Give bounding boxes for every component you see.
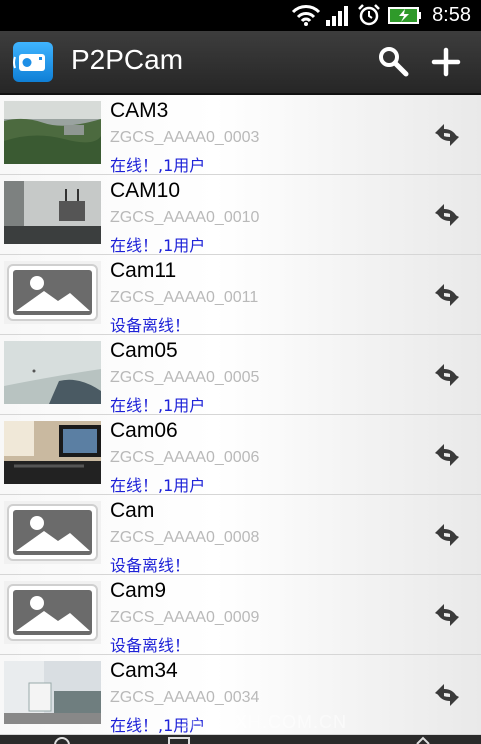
camera-status: 在线！,1用户 — [110, 476, 206, 495]
wifi-icon — [291, 5, 321, 26]
up-icon[interactable] — [408, 735, 438, 744]
image-placeholder-icon — [4, 501, 101, 564]
image-placeholder-icon — [4, 261, 101, 324]
reconnect-icon[interactable] — [431, 279, 463, 311]
camera-name: Cam9 — [110, 579, 167, 602]
camera-row[interactable]: Cam06 ZGCS_AAAA0_0006 在线！,1用户 — [0, 415, 481, 495]
camera-row[interactable]: CAM3 ZGCS_AAAA0_0003 在线！,1用户 — [0, 95, 481, 175]
camera-status: 在线！,1用户 — [110, 396, 206, 415]
reconnect-icon[interactable] — [431, 199, 463, 231]
reconnect-icon[interactable] — [431, 519, 463, 551]
camera-snapshot — [4, 341, 101, 404]
camera-status: 设备离线！ — [110, 636, 191, 655]
signal-icon — [326, 6, 348, 26]
status-bar: 8:58 — [0, 0, 481, 31]
camera-uid: ZGCS_AAAA0_0009 — [110, 609, 260, 626]
camera-name: CAM3 — [110, 99, 169, 122]
search-icon[interactable] — [377, 45, 411, 79]
camera-snapshot — [4, 421, 101, 484]
camera-row[interactable]: CAM10 ZGCS_AAAA0_0010 在线！,1用户 — [0, 175, 481, 255]
bottom-bar — [0, 735, 481, 744]
add-icon[interactable] — [429, 45, 463, 79]
camera-status: 设备离线！ — [110, 316, 191, 335]
reconnect-icon[interactable] — [431, 439, 463, 471]
reconnect-icon[interactable] — [431, 599, 463, 631]
image-placeholder-icon — [4, 581, 101, 644]
camera-name: CAM10 — [110, 179, 181, 202]
info-icon[interactable] — [47, 735, 77, 744]
camera-uid: ZGCS_AAAA0_0010 — [110, 209, 260, 226]
clock-time: 8:58 — [432, 4, 471, 26]
camera-row[interactable]: Cam05 ZGCS_AAAA0_0005 在线！,1用户 — [0, 335, 481, 415]
camera-snapshot — [4, 101, 101, 164]
camera-snapshot — [4, 661, 101, 724]
camera-list[interactable]: CAM3 ZGCS_AAAA0_0003 在线！,1用户 CAM10 ZGCS_AAAA… — [0, 95, 481, 735]
camera-name: Cam — [110, 499, 155, 522]
reconnect-icon[interactable] — [431, 679, 463, 711]
app-title: P2PCam — [71, 44, 184, 75]
camera-row[interactable]: Cam9 ZGCS_AAAA0_0009 设备离线！ — [0, 575, 481, 655]
camera-name: Cam34 — [110, 659, 178, 682]
camera-uid: ZGCS_AAAA0_0003 — [110, 129, 260, 146]
camera-uid: ZGCS_AAAA0_0034 — [110, 689, 260, 706]
battery-charging-icon — [388, 7, 421, 24]
reconnect-icon[interactable] — [431, 119, 463, 151]
camera-uid: ZGCS_AAAA0_0006 — [110, 449, 260, 466]
app-bar: P2PCam — [0, 31, 481, 95]
app-logo-icon — [13, 42, 53, 82]
camera-status: 在线！,1用户 — [110, 236, 206, 255]
camera-name: Cam05 — [110, 339, 178, 362]
reconnect-icon[interactable] — [431, 359, 463, 391]
camera-name: Cam11 — [110, 259, 177, 282]
camera-row[interactable]: Cam11 ZGCS_AAAA0_0011 设备离线！ — [0, 255, 481, 335]
camera-status: 设备离线！ — [110, 556, 191, 575]
camera-snapshot — [4, 181, 101, 244]
camera-status: 在线！,1用户 — [110, 156, 206, 175]
alarm-icon — [358, 4, 380, 26]
watermark: 3BWYXH.COM.CN — [180, 712, 348, 732]
camera-uid: ZGCS_AAAA0_0011 — [110, 289, 259, 306]
list-icon[interactable] — [164, 735, 194, 744]
camera-row[interactable]: Cam ZGCS_AAAA0_0008 设备离线！ — [0, 495, 481, 575]
camera-name: Cam06 — [110, 419, 178, 442]
camera-uid: ZGCS_AAAA0_0008 — [110, 529, 260, 546]
camera-uid: ZGCS_AAAA0_0005 — [110, 369, 260, 386]
